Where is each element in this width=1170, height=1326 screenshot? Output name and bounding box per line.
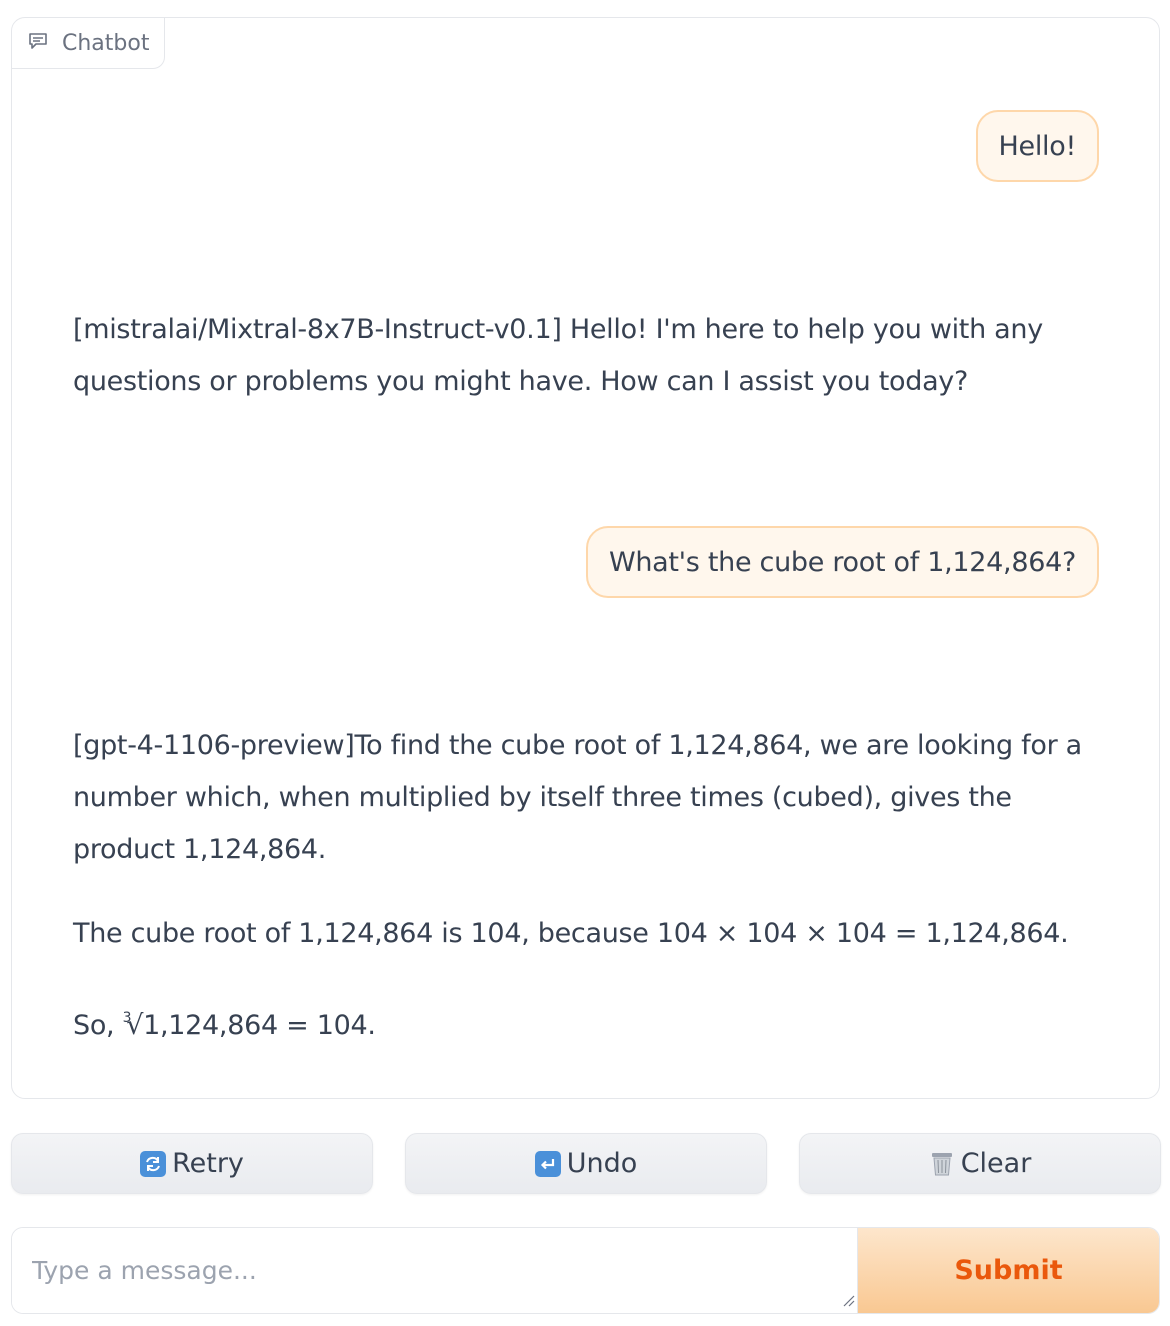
chatbot-panel: Chatbot Hello! [mistralai/Mixtral-8x7B-I… (11, 17, 1160, 1099)
bot-message: [mistralai/Mixtral-8x7B-Instruct-v0.1] H… (73, 304, 1093, 408)
return-arrow-icon (534, 1150, 561, 1177)
resize-handle-icon[interactable] (841, 1292, 855, 1311)
bot-message-paragraph: The cube root of 1,124,864 is 104, becau… (73, 918, 1069, 949)
arrows-counterclockwise-icon (140, 1150, 167, 1177)
message-input-wrapper (12, 1228, 857, 1313)
message-input-row: Submit (11, 1227, 1160, 1314)
user-message: What's the cube root of 1,124,864? (585, 526, 1099, 598)
chatbot-label: Chatbot (12, 18, 165, 69)
root-body: 1,124,864 = 104. (143, 1010, 376, 1041)
message-input[interactable] (12, 1228, 857, 1313)
chatbot-label-text: Chatbot (62, 30, 150, 56)
user-message: Hello! (975, 110, 1099, 182)
bot-message-paragraph: [mistralai/Mixtral-8x7B-Instruct-v0.1] H… (73, 314, 1043, 397)
bot-message: [gpt-4-1106-preview]To find the cube roo… (73, 720, 1093, 1052)
user-message-text: What's the cube root of 1,124,864? (608, 546, 1076, 578)
clear-button[interactable]: Clear (799, 1133, 1161, 1194)
root-symbol: √ (126, 1010, 144, 1041)
final-prefix: So, (73, 1010, 123, 1041)
submit-button[interactable]: Submit (857, 1228, 1159, 1313)
undo-label: Undo (566, 1148, 638, 1179)
bot-message-final-line: So, 3√1,124,864 = 104. (73, 992, 1093, 1052)
retry-button[interactable]: Retry (11, 1133, 373, 1194)
cube-root-expression: 3√1,124,864 = 104. (123, 1010, 376, 1041)
wastebasket-icon (929, 1151, 955, 1177)
bot-message-paragraph: [gpt-4-1106-preview]To find the cube roo… (73, 730, 1082, 865)
chat-bubble-icon (28, 31, 48, 56)
user-message-text: Hello! (998, 130, 1077, 162)
clear-label: Clear (960, 1148, 1032, 1179)
undo-button[interactable]: Undo (405, 1133, 767, 1194)
retry-label: Retry (172, 1148, 244, 1179)
